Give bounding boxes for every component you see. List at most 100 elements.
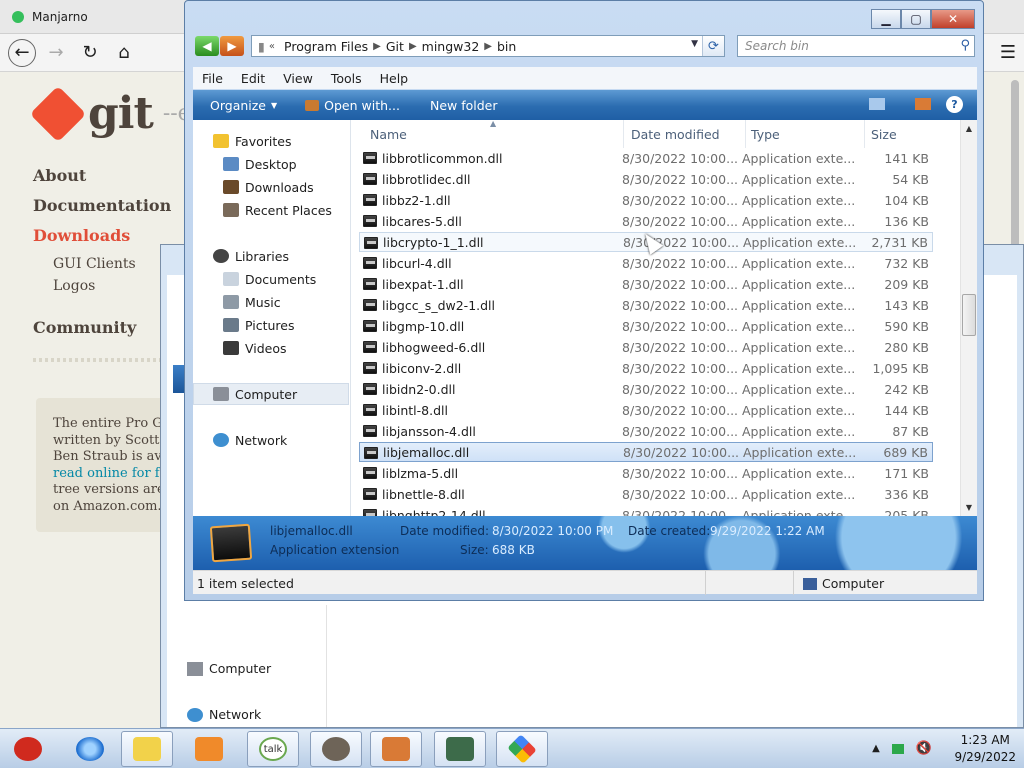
refresh-icon[interactable]: ⟳ [702, 36, 724, 56]
taskbar-raccoon[interactable] [310, 731, 362, 767]
file-row[interactable]: libjansson-4.dll 8/30/2022 10:00... Applic… [359, 421, 933, 441]
minimize-button[interactable]: ▁ [871, 9, 901, 29]
nav-recent-places[interactable]: Recent Places [223, 200, 332, 220]
menu-tools[interactable]: Tools [322, 71, 371, 86]
close-button[interactable]: ✕ [931, 9, 975, 29]
file-list[interactable]: ▲ Name Date modified Type Size libbrotli… [352, 120, 977, 516]
breadcrumb-bin[interactable]: bin [497, 39, 516, 54]
site-nav-gui-clients[interactable]: GUI Clients [33, 256, 171, 278]
file-row[interactable]: libgmp-10.dll 8/30/2022 10:00... Applicati… [359, 316, 933, 336]
file-name: libidn2-0.dll [382, 381, 456, 397]
file-row[interactable]: libnettle-8.dll 8/30/2022 10:00... Applica… [359, 484, 933, 504]
breadcrumb-mingw32[interactable]: mingw32 [422, 39, 480, 54]
nav-music[interactable]: Music [223, 292, 281, 312]
file-row[interactable]: libcares-5.dll 8/30/2022 10:00... Applicat… [359, 211, 933, 231]
scroll-up-icon[interactable]: ▲ [961, 124, 977, 133]
breadcrumb-program-files[interactable]: Program Files [284, 39, 368, 54]
breadcrumb-separator-icon[interactable]: ▶ [484, 41, 492, 52]
nav-libraries[interactable]: Libraries [213, 246, 289, 266]
taskbar-talk[interactable]: talk [247, 731, 299, 767]
search-icon[interactable]: ⚲ [960, 38, 970, 53]
battery-icon[interactable] [891, 743, 904, 754]
explorer-window[interactable]: ▁ ▢ ✕ ◀ ▶ ▮ « Program Files ▶ Git ▶ ming… [184, 0, 984, 601]
taskbar-media-player[interactable] [183, 731, 235, 767]
nav-documents[interactable]: Documents [223, 269, 316, 289]
taskbar-paint[interactable] [370, 731, 422, 767]
file-row[interactable]: libintl-8.dll 8/30/2022 10:00... Applicati… [359, 400, 933, 420]
nav-favorites[interactable]: Favorites [213, 131, 291, 151]
file-row[interactable]: libbrotlidec.dll 8/30/2022 10:00... Applic… [359, 169, 933, 189]
file-row[interactable]: libnghttp2-14.dll 8/30/2022 10:00... Appli… [359, 505, 933, 516]
search-input[interactable]: Search bin ⚲ [737, 35, 975, 57]
volume-muted-icon[interactable]: 🔇 [916, 741, 932, 756]
nav-pictures[interactable]: Pictures [223, 315, 295, 335]
help-icon[interactable]: ? [946, 96, 963, 113]
taskbar-ie[interactable] [64, 731, 116, 767]
start-button[interactable] [2, 731, 54, 767]
menu-view[interactable]: View [274, 71, 322, 86]
breadcrumb-separator-icon[interactable]: ▶ [409, 41, 417, 52]
nav-item-network[interactable]: Network [187, 707, 261, 722]
file-row[interactable]: libbrotlicommon.dll 8/30/2022 10:00... App… [359, 148, 933, 168]
column-name[interactable]: Name [370, 127, 407, 142]
breadcrumb-git[interactable]: Git [386, 39, 404, 54]
menu-edit[interactable]: Edit [232, 71, 274, 86]
scroll-down-icon[interactable]: ▼ [961, 503, 977, 512]
breadcrumb-overflow[interactable]: « [269, 41, 275, 52]
browser-menu-icon[interactable]: ☰ [1000, 42, 1016, 63]
site-nav-documentation[interactable]: Documentation [33, 196, 171, 226]
open-with-button[interactable]: Open with... [305, 98, 400, 113]
nav-downloads[interactable]: Downloads [223, 177, 314, 197]
nav-item-computer[interactable]: Computer [187, 661, 271, 676]
taskbar-terminal[interactable] [434, 731, 486, 767]
forward-icon[interactable]: → [42, 39, 70, 67]
breadcrumb-separator-icon[interactable]: ▶ [373, 41, 381, 52]
nav-network[interactable]: Network [213, 430, 287, 450]
forward-button[interactable]: ▶ [220, 36, 244, 56]
site-nav-logos[interactable]: Logos [33, 278, 171, 300]
preview-pane-icon[interactable] [915, 98, 931, 110]
videos-icon [223, 341, 239, 355]
column-divider[interactable] [623, 120, 624, 148]
home-icon[interactable]: ⌂ [110, 39, 138, 67]
column-size[interactable]: Size [871, 127, 897, 142]
site-nav-about[interactable]: About [33, 166, 171, 196]
menu-file[interactable]: File [193, 71, 232, 86]
file-row[interactable]: libgcc_s_dw2-1.dll 8/30/2022 10:00... Appl… [359, 295, 933, 315]
column-divider[interactable] [745, 120, 746, 148]
taskbar-explorer[interactable] [121, 731, 173, 767]
reload-icon[interactable]: ↻ [76, 39, 104, 67]
file-row[interactable]: libexpat-1.dll 8/30/2022 10:00... Applicat… [359, 274, 933, 294]
file-row[interactable]: libbz2-1.dll 8/30/2022 10:00... Applicatio… [359, 190, 933, 210]
back-icon[interactable]: ← [8, 38, 36, 67]
file-row[interactable]: libidn2-0.dll 8/30/2022 10:00... Applicati… [359, 379, 933, 399]
address-bar[interactable]: ▮ « Program Files ▶ Git ▶ mingw32 ▶ bin … [251, 35, 725, 57]
file-row[interactable]: liblzma-5.dll 8/30/2022 10:00... Applicati… [359, 463, 933, 483]
menu-help[interactable]: Help [371, 71, 418, 86]
site-nav-downloads[interactable]: Downloads [33, 226, 171, 256]
column-date-modified[interactable]: Date modified [631, 127, 720, 142]
file-row[interactable]: libhogweed-6.dll 8/30/2022 10:00... Applic… [359, 337, 933, 357]
nav-desktop[interactable]: Desktop [223, 154, 297, 174]
address-dropdown-icon[interactable]: ▼ [691, 39, 698, 49]
file-row[interactable]: libiconv-2.dll 8/30/2022 10:00... Applicat… [359, 358, 933, 378]
taskbar-git[interactable] [496, 731, 548, 767]
scroll-thumb[interactable] [962, 294, 976, 336]
back-button[interactable]: ◀ [195, 36, 219, 56]
file-row[interactable]: libcurl-4.dll 8/30/2022 10:00... Applicati… [359, 253, 933, 273]
maximize-button[interactable]: ▢ [901, 9, 931, 29]
git-logo[interactable]: git --e [29, 85, 191, 142]
new-folder-button[interactable]: New folder [430, 98, 498, 113]
show-hidden-icons-icon[interactable]: ▲ [872, 743, 880, 754]
organize-button[interactable]: Organize ▼ [210, 98, 277, 113]
book-link[interactable]: read online for fre [53, 466, 176, 483]
file-list-scrollbar[interactable]: ▲ ▼ [960, 120, 977, 516]
clock[interactable]: 1:23 AM 9/29/2022 [954, 732, 1016, 766]
change-view-icon[interactable] [869, 98, 885, 110]
column-divider[interactable] [864, 120, 865, 148]
nav-videos[interactable]: Videos [223, 338, 287, 358]
site-nav-community[interactable]: Community [33, 318, 171, 348]
column-type[interactable]: Type [751, 127, 780, 142]
nav-computer[interactable]: Computer [193, 383, 349, 405]
file-row[interactable]: libjemalloc.dll 8/30/2022 10:00... Applica… [359, 442, 933, 462]
